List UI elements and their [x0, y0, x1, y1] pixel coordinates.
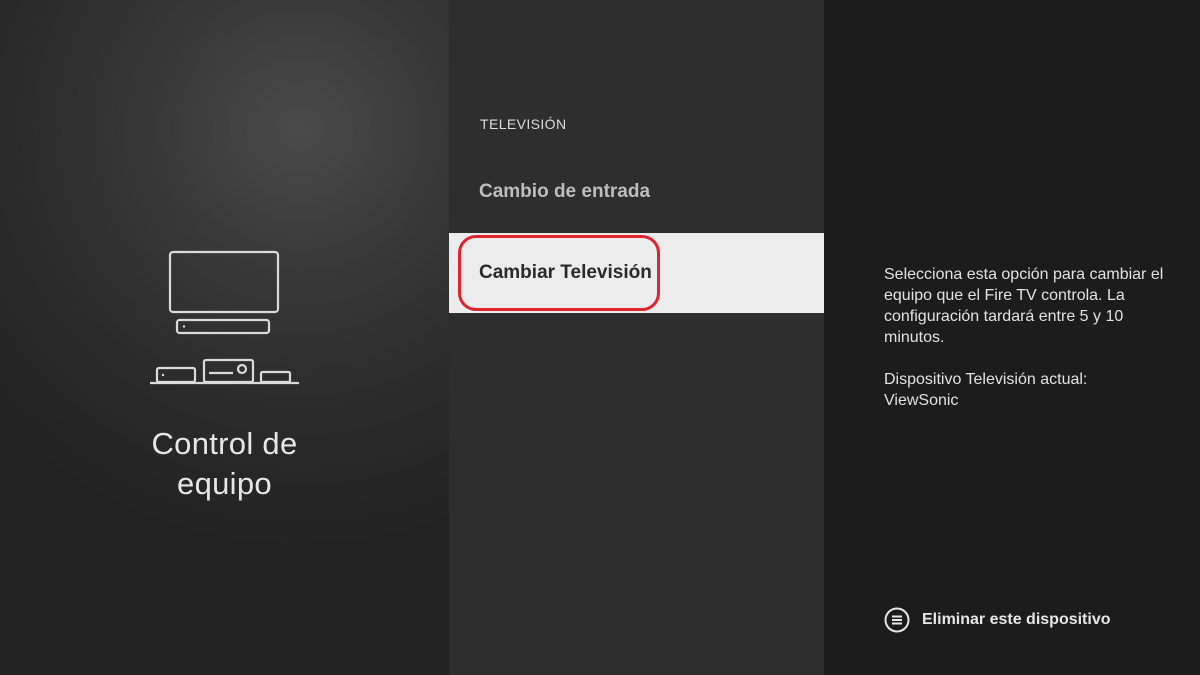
options-menu: TELEVISIÓN Cambio de entrada Cambiar Tel… — [449, 0, 824, 675]
current-device: Dispositivo Televisión actual: ViewSonic — [884, 369, 1174, 411]
details-panel: Selecciona esta opción para cambiar el e… — [824, 0, 1200, 675]
menu-item-input-change[interactable]: Cambio de entrada — [449, 152, 824, 232]
current-device-value: ViewSonic — [884, 392, 959, 409]
remove-device-label: Eliminar este dispositivo — [922, 611, 1111, 628]
equipment-control-screen: Control de equipo TELEVISIÓN Cambio de e… — [0, 0, 1200, 675]
section-panel: Control de equipo — [0, 0, 449, 675]
current-device-label: Dispositivo Televisión actual: — [884, 371, 1088, 388]
page-title: Control de equipo — [0, 424, 449, 504]
page-title-line-1: Control de — [151, 426, 298, 461]
option-description: Selecciona esta opción para cambiar el e… — [884, 264, 1174, 411]
page-title-line-2: equipo — [177, 466, 272, 501]
menu-category-header: TELEVISIÓN — [480, 116, 567, 132]
tv-and-devices-icon — [150, 250, 299, 385]
menu-item-label: Cambiar Televisión — [479, 262, 652, 283]
description-text: Selecciona esta opción para cambiar el e… — [884, 266, 1164, 346]
menu-item-label: Cambio de entrada — [479, 181, 651, 202]
remove-device-button[interactable]: Eliminar este dispositivo — [884, 607, 1111, 633]
menu-button-icon — [884, 607, 910, 633]
menu-item-change-tv[interactable]: Cambiar Televisión — [449, 233, 824, 313]
